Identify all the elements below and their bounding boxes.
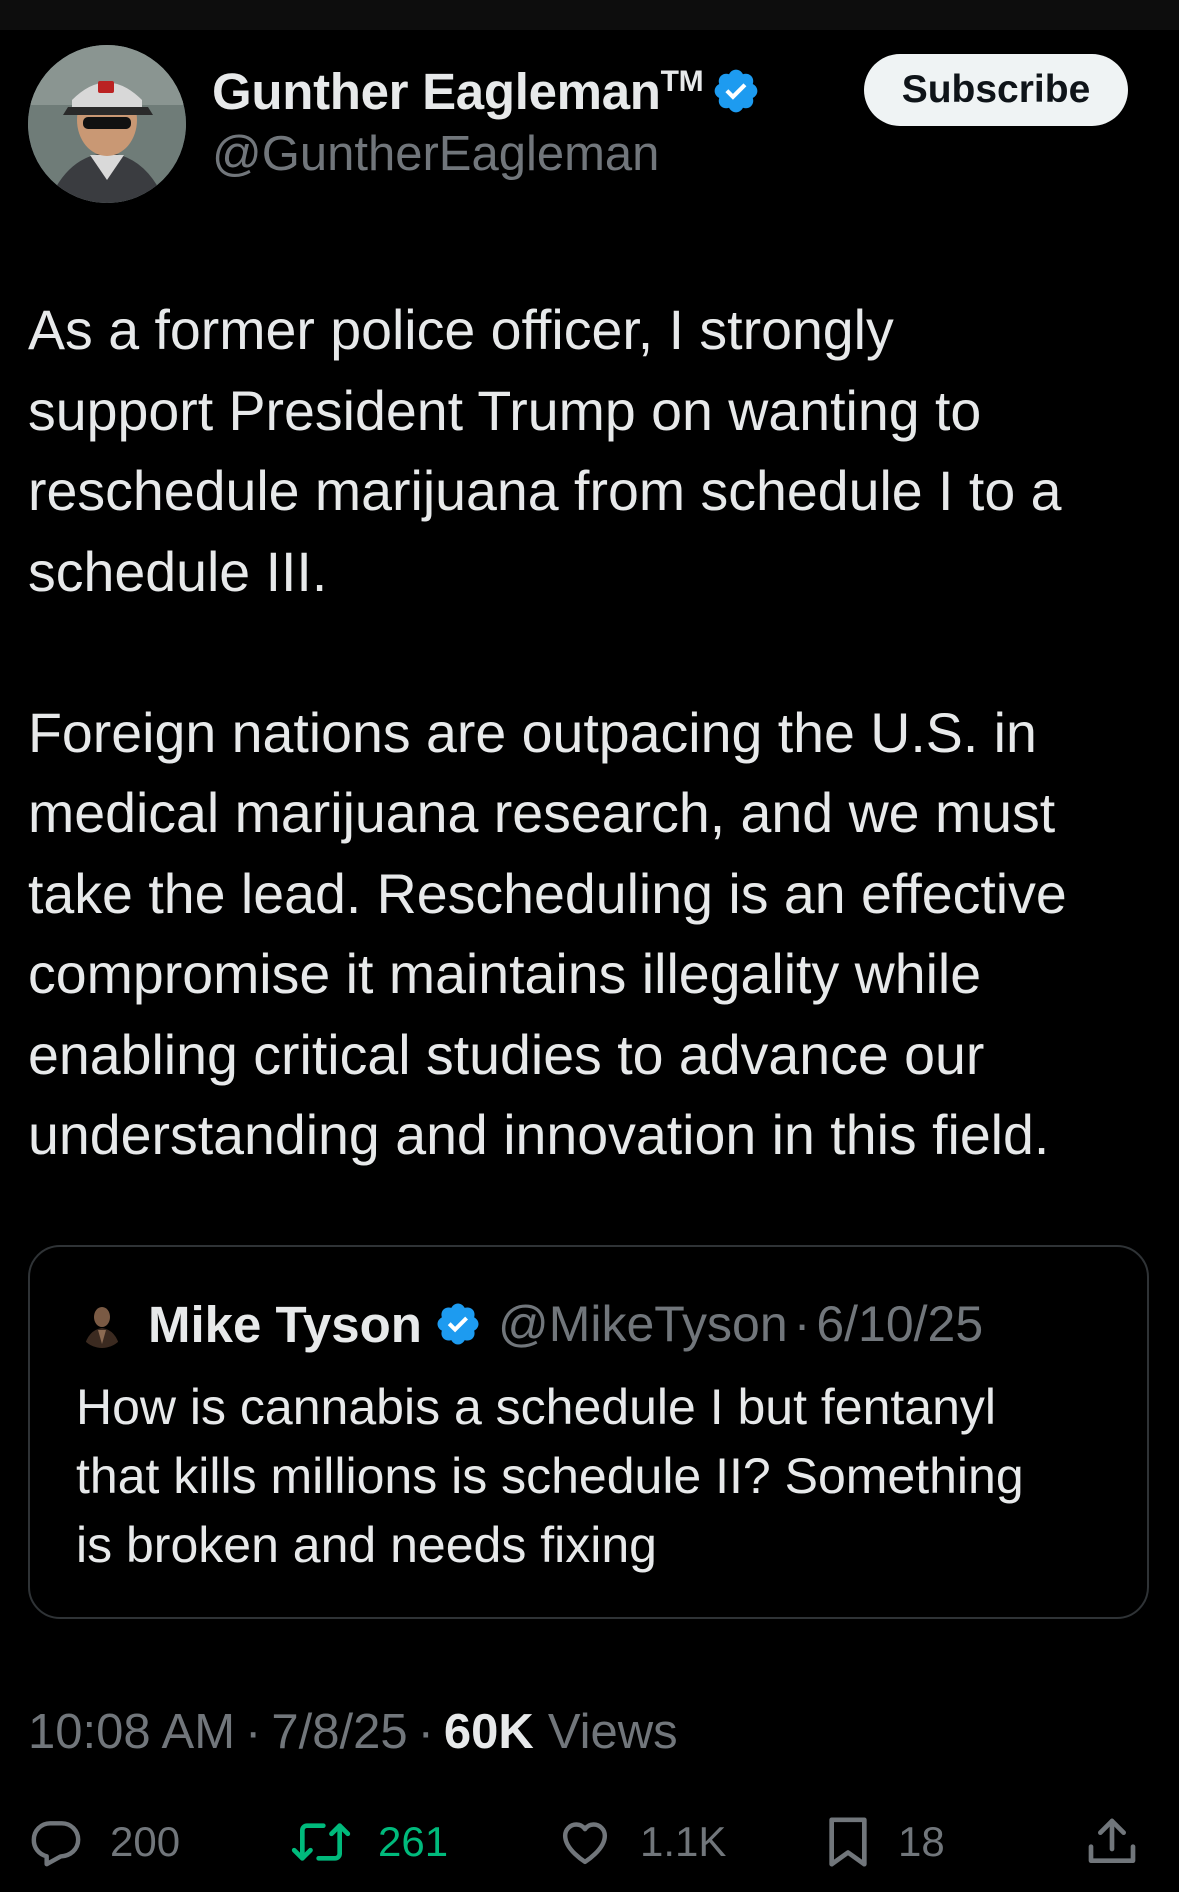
quoted-author-name[interactable]: Mike Tyson <box>148 1295 422 1354</box>
retweet-icon <box>291 1823 351 1861</box>
reply-count: 200 <box>110 1818 181 1865</box>
bookmark-icon <box>829 1817 867 1867</box>
quoted-author-handle[interactable]: @MikeTyson <box>498 1295 788 1353</box>
tweet-line: take the lead. Rescheduling is an effect… <box>28 862 1067 925</box>
tweet-meta: 10:08 AM · 7/8/25 · 60K Views <box>28 1702 678 1762</box>
bookmark-button[interactable]: 18 <box>824 1814 945 1870</box>
trademark-symbol: TM <box>660 64 704 98</box>
tweet-line: schedule III. <box>28 540 328 603</box>
tweet-line: Foreign nations are outpacing the U.S. i… <box>28 701 1037 764</box>
quoted-tweet-card[interactable]: Mike Tyson @MikeTyson · 6/10/25 How is c… <box>28 1245 1149 1619</box>
like-count: 1.1K <box>640 1818 727 1865</box>
reply-icon <box>31 1821 81 1867</box>
like-button[interactable]: 1.1K <box>556 1814 726 1870</box>
tweet-line: enabling critical studies to advance our <box>28 1023 985 1086</box>
quoted-tweet-date[interactable]: 6/10/25 <box>816 1295 983 1353</box>
quoted-tweet-line: that kills millions is schedule II? Some… <box>76 1448 1024 1504</box>
views-count[interactable]: 60K <box>444 1704 534 1760</box>
quoted-author-avatar[interactable] <box>78 1300 126 1348</box>
quoted-verified-badge-icon[interactable] <box>434 1300 482 1348</box>
avatar-image <box>28 45 186 203</box>
retweet-count: 261 <box>378 1818 449 1865</box>
reply-button[interactable]: 200 <box>28 1814 180 1870</box>
share-button[interactable] <box>1084 1814 1140 1870</box>
author-display-name[interactable]: Gunther EaglemanTM <box>212 62 704 121</box>
tweet-date[interactable]: 7/8/25 <box>271 1704 407 1760</box>
retweet-button[interactable]: 261 <box>290 1814 448 1870</box>
separator-dot: · <box>793 1296 811 1352</box>
separator-dot: · <box>245 1705 262 1759</box>
quoted-tweet-header: Mike Tyson @MikeTyson · 6/10/25 <box>78 1294 983 1354</box>
verified-badge-icon[interactable] <box>711 66 761 116</box>
views-label[interactable]: Views <box>548 1704 678 1760</box>
tweet-line: compromise it maintains illegality while <box>28 943 982 1005</box>
author-avatar[interactable] <box>28 45 186 203</box>
status-bar-strip <box>0 0 1179 30</box>
quoted-tweet-line: is broken and needs fixing <box>76 1517 657 1573</box>
subscribe-button[interactable]: Subscribe <box>864 54 1128 126</box>
tweet-line: understanding and innovation in this fie… <box>28 1104 1050 1166</box>
quoted-tweet-text: How is cannabis a schedule I but fentany… <box>76 1373 1126 1580</box>
heart-icon <box>562 1822 608 1865</box>
author-handle[interactable]: @GuntherEagleman <box>212 126 659 182</box>
share-icon <box>1088 1818 1136 1863</box>
tweet-line: reschedule marijuana from schedule I to … <box>28 460 1062 522</box>
quoted-avatar-image <box>78 1300 126 1348</box>
author-name-row: Gunther EaglemanTM <box>212 60 761 122</box>
tweet-text: As a former police officer, I strongly s… <box>28 290 1158 1176</box>
separator-dot: · <box>417 1705 434 1759</box>
tweet-line: medical marijuana research, and we must <box>28 782 1056 844</box>
quoted-tweet-line: How is cannabis a schedule I but fentany… <box>76 1379 996 1435</box>
tweet-line: As a former police officer, I strongly <box>28 299 894 361</box>
tweet-time[interactable]: 10:08 AM <box>28 1704 235 1760</box>
tweet-line: support President Trump on wanting to <box>28 379 982 442</box>
bookmark-count: 18 <box>898 1818 945 1865</box>
